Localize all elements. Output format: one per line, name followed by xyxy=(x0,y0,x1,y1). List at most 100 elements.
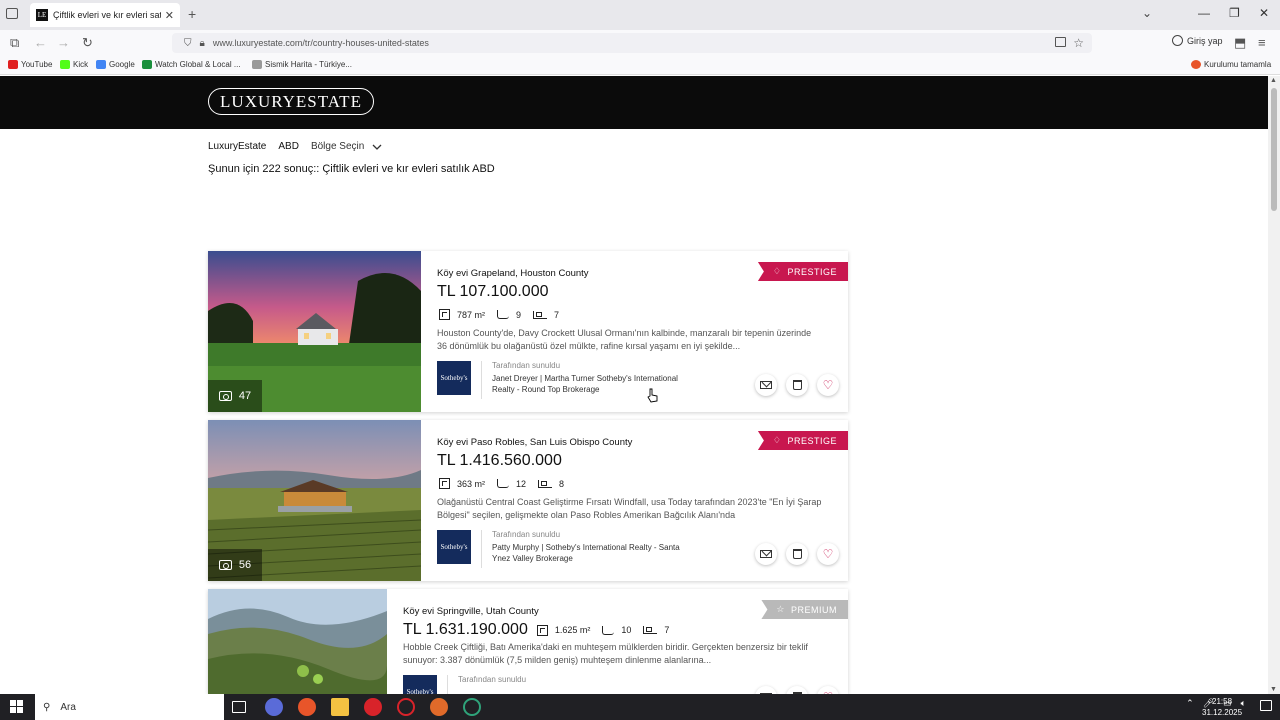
agency-logo[interactable]: Sotheby's xyxy=(437,361,471,395)
area-icon xyxy=(439,478,450,489)
bookmark-setup[interactable]: Kurulumu tamamla xyxy=(1191,60,1271,69)
firefox-alt-icon[interactable] xyxy=(430,698,448,716)
bed-icon xyxy=(643,626,658,634)
listing-card[interactable]: 47 ♢ PRESTIGE Köy evi Grapeland, Houston… xyxy=(208,251,848,412)
photo-count-badge[interactable]: 47 xyxy=(208,380,262,412)
region-select-label: Bölge Seçin xyxy=(310,141,365,152)
bath-count: 9 xyxy=(516,309,522,320)
chevron-down-icon[interactable]: ⌄ xyxy=(1142,6,1152,20)
area-icon xyxy=(439,309,450,320)
envelope-icon xyxy=(760,381,772,389)
tab-list-icon[interactable] xyxy=(6,8,18,19)
signin-button[interactable]: Giriş yap xyxy=(1172,35,1223,46)
listing-title[interactable]: Köy evi Grapeland, Houston County xyxy=(437,268,589,279)
site-logo[interactable]: LUXURYESTATE xyxy=(208,88,374,115)
bookmark-google[interactable]: Google xyxy=(96,60,135,69)
hide-button[interactable] xyxy=(786,374,808,396)
back-icon[interactable]: ← xyxy=(34,35,47,50)
reader-view-icon[interactable] xyxy=(1055,37,1066,47)
firefox-icon[interactable] xyxy=(298,698,316,716)
browser-nav-bar: ⧉ ← → ↻ ⛉ 🔒︎ www.luxuryestate.com/tr/cou… xyxy=(0,30,1280,56)
browser-tab[interactable]: LE Çiftlik evleri ve kır evleri satılık … xyxy=(30,3,180,27)
agency-logo[interactable]: Sotheby's xyxy=(403,675,437,694)
url-text[interactable]: www.luxuryestate.com/tr/country-houses-u… xyxy=(213,38,429,48)
task-view-icon[interactable] xyxy=(232,701,246,713)
listing-title[interactable]: Köy evi Springville, Utah County xyxy=(403,606,539,617)
shield-icon[interactable]: ⛉ xyxy=(184,38,192,49)
results-heading: Şunun için 222 sonuç:: Çiftlik evleri ve… xyxy=(208,163,495,175)
diamond-icon: ♢ xyxy=(772,435,782,445)
minimize-icon[interactable]: — xyxy=(1198,6,1210,20)
bath-count: 10 xyxy=(621,625,632,635)
google-icon xyxy=(96,60,106,69)
premium-badge: ☆ PREMIUM xyxy=(761,600,848,619)
offered-by-label: Tarafından sunuldu xyxy=(458,675,527,684)
opera-gx-icon[interactable] xyxy=(397,698,415,716)
lock-icon[interactable]: 🔒︎ xyxy=(200,38,205,49)
sidebar-toggle-icon[interactable]: ⧉ xyxy=(10,35,19,51)
listing-specs: 787 m² 9 7 xyxy=(439,309,571,320)
menu-icon[interactable]: ≡ xyxy=(1258,35,1266,50)
bookmark-kick[interactable]: Kick xyxy=(60,60,88,69)
taskbar-search[interactable]: ⚲ Ara xyxy=(35,694,224,720)
bookmark-watch[interactable]: Watch Global & Local ... xyxy=(142,60,241,69)
contact-button[interactable] xyxy=(755,374,777,396)
breadcrumb-country[interactable]: ABD xyxy=(278,141,299,152)
listing-price: TL 107.100.000 xyxy=(437,283,549,300)
agent-name[interactable]: Patty Murphy | Sotheby's International R… xyxy=(492,542,697,564)
breadcrumb-home[interactable]: LuxuryEstate xyxy=(208,141,266,152)
maximize-icon[interactable]: ❐ xyxy=(1229,6,1240,20)
agent-info: Sotheby's Tarafından sunuldu Patty Murph… xyxy=(437,530,697,568)
copilot-icon[interactable] xyxy=(265,698,283,716)
region-select[interactable]: Bölge Seçin xyxy=(311,141,382,152)
area-value: 787 m² xyxy=(457,309,486,320)
listing-card[interactable]: 56 ♢ PRESTIGE Köy evi Paso Robles, San L… xyxy=(208,420,848,581)
listing-photo[interactable]: 56 xyxy=(208,420,421,581)
scroll-down-icon[interactable]: ▼ xyxy=(1270,686,1277,693)
badge-label: PREMIUM xyxy=(791,604,837,615)
bookmark-sismik[interactable]: Sismik Harita - Türkiye... xyxy=(252,60,352,69)
listing-title[interactable]: Köy evi Paso Robles, San Luis Obispo Cou… xyxy=(437,437,632,448)
file-explorer-icon[interactable] xyxy=(331,698,349,716)
notification-icon[interactable] xyxy=(1260,700,1272,711)
favorite-button[interactable]: ♡ xyxy=(817,374,839,396)
site-favicon-icon: LE xyxy=(36,9,48,21)
bookmarks-bar: YouTube Kick Google Watch Global & Local… xyxy=(0,56,1280,75)
bed-count: 7 xyxy=(664,625,670,635)
contact-button[interactable] xyxy=(755,543,777,565)
bookmark-star-icon[interactable]: ☆ xyxy=(1073,36,1084,50)
favorite-button[interactable]: ♡ xyxy=(817,686,839,694)
hide-button[interactable] xyxy=(786,543,808,565)
bed-count: 8 xyxy=(559,478,565,489)
scrollbar-thumb[interactable] xyxy=(1271,88,1277,211)
extensions-icon[interactable]: ⬒ xyxy=(1234,35,1246,51)
close-window-icon[interactable]: ✕ xyxy=(1259,6,1269,20)
app-icon[interactable] xyxy=(463,698,481,716)
bathtub-icon xyxy=(497,479,510,488)
opera-icon[interactable] xyxy=(364,698,382,716)
bookmark-youtube[interactable]: YouTube xyxy=(8,60,52,69)
offered-by-label: Tarafından sunuldu xyxy=(492,361,561,370)
contact-button[interactable] xyxy=(755,686,777,694)
new-tab-icon[interactable]: + xyxy=(188,6,196,22)
listing-card[interactable]: ☆ PREMIUM Köy evi Springville, Utah Coun… xyxy=(208,589,848,694)
forward-icon[interactable]: → xyxy=(57,35,70,50)
tab-title: Çiftlik evleri ve kır evleri satılık xyxy=(53,10,161,20)
search-placeholder: Ara xyxy=(60,701,76,713)
page-scrollbar[interactable]: ▲ ▼ xyxy=(1268,76,1280,694)
listing-photo[interactable]: 47 xyxy=(208,251,421,412)
clock[interactable]: 21:58 31.12.2025 xyxy=(1202,696,1242,718)
photo-count-badge[interactable]: 56 xyxy=(208,549,262,581)
reload-icon[interactable]: ↻ xyxy=(82,35,93,51)
windows-start-icon[interactable] xyxy=(10,700,23,713)
favorite-button[interactable]: ♡ xyxy=(817,543,839,565)
agency-logo[interactable]: Sotheby's xyxy=(437,530,471,564)
tray-chevron-icon[interactable]: ⌃ xyxy=(1186,698,1194,709)
address-bar[interactable]: ⛉ 🔒︎ www.luxuryestate.com/tr/country-hou… xyxy=(172,33,1092,53)
search-icon: ⚲ xyxy=(43,701,51,713)
scroll-up-icon[interactable]: ▲ xyxy=(1270,77,1277,84)
close-tab-icon[interactable]: ✕ xyxy=(165,9,174,22)
agent-name[interactable]: Janet Dreyer | Martha Turner Sotheby's I… xyxy=(492,373,697,395)
hide-button[interactable] xyxy=(786,686,808,694)
listing-photo[interactable] xyxy=(208,589,387,694)
